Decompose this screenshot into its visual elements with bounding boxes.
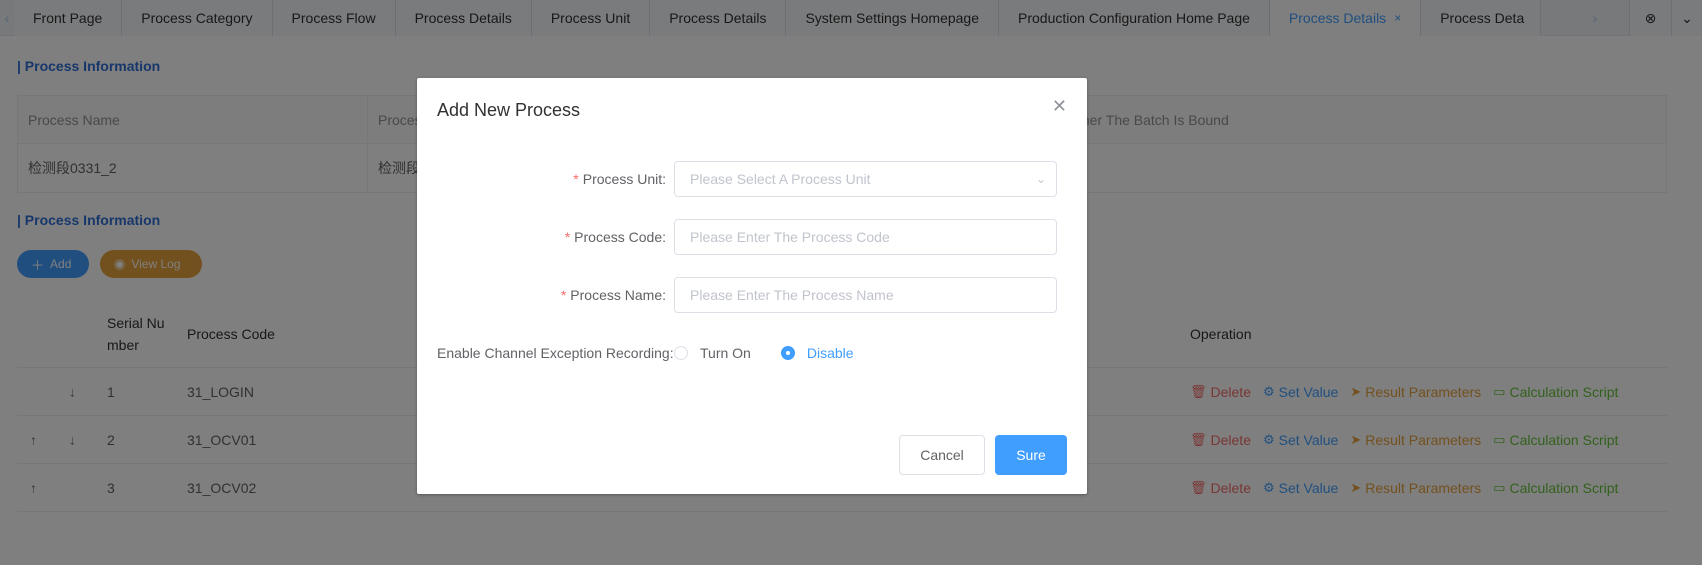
disable-radio[interactable]: Disable <box>780 345 854 361</box>
process-unit-label: * Process Unit: <box>437 171 674 187</box>
process-name-row: * Process Name: Please Enter The Process … <box>437 277 1067 313</box>
label-text: Process Unit: <box>582 171 666 187</box>
turn-on-radio[interactable]: Turn On <box>674 345 751 361</box>
process-code-row: * Process Code: Please Enter The Process … <box>437 219 1067 255</box>
close-icon[interactable]: ✕ <box>1052 96 1067 117</box>
required-mark: * <box>564 229 571 245</box>
required-mark: * <box>560 287 567 303</box>
select-placeholder: Please Select A Process Unit <box>690 171 871 187</box>
process-name-label: * Process Name: <box>437 287 674 303</box>
cancel-button[interactable]: Cancel <box>899 435 985 475</box>
radio-label: Disable <box>806 345 854 361</box>
add-process-dialog: Add New Process ✕ * Process Unit: Please … <box>417 78 1087 494</box>
label-text: Process Code: <box>574 229 666 245</box>
input-placeholder: Please Enter The Process Name <box>690 287 894 303</box>
required-mark: * <box>573 171 579 187</box>
label-text: Process Name: <box>570 287 666 303</box>
process-name-input[interactable]: Please Enter The Process Name <box>674 277 1057 313</box>
radio-circle <box>780 346 795 360</box>
process-unit-select[interactable]: Please Select A Process Unit ⌄ <box>674 161 1057 197</box>
process-code-input[interactable]: Please Enter The Process Code <box>674 219 1057 255</box>
radio-label: Turn On <box>700 345 751 361</box>
exception-recording-row: Enable Channel Exception Recording: Turn… <box>437 335 1067 371</box>
radio-circle <box>674 346 688 360</box>
chevron-down-icon: ⌄ <box>1035 172 1046 186</box>
input-placeholder: Please Enter The Process Code <box>690 229 890 245</box>
exception-recording-label: Enable Channel Exception Recording: <box>437 345 674 361</box>
dialog-title: Add New Process <box>437 100 581 120</box>
confirm-button[interactable]: Sure <box>995 435 1067 475</box>
process-code-label: * Process Code: <box>437 229 674 245</box>
process-unit-row: * Process Unit: Please Select A Process U… <box>437 161 1067 197</box>
